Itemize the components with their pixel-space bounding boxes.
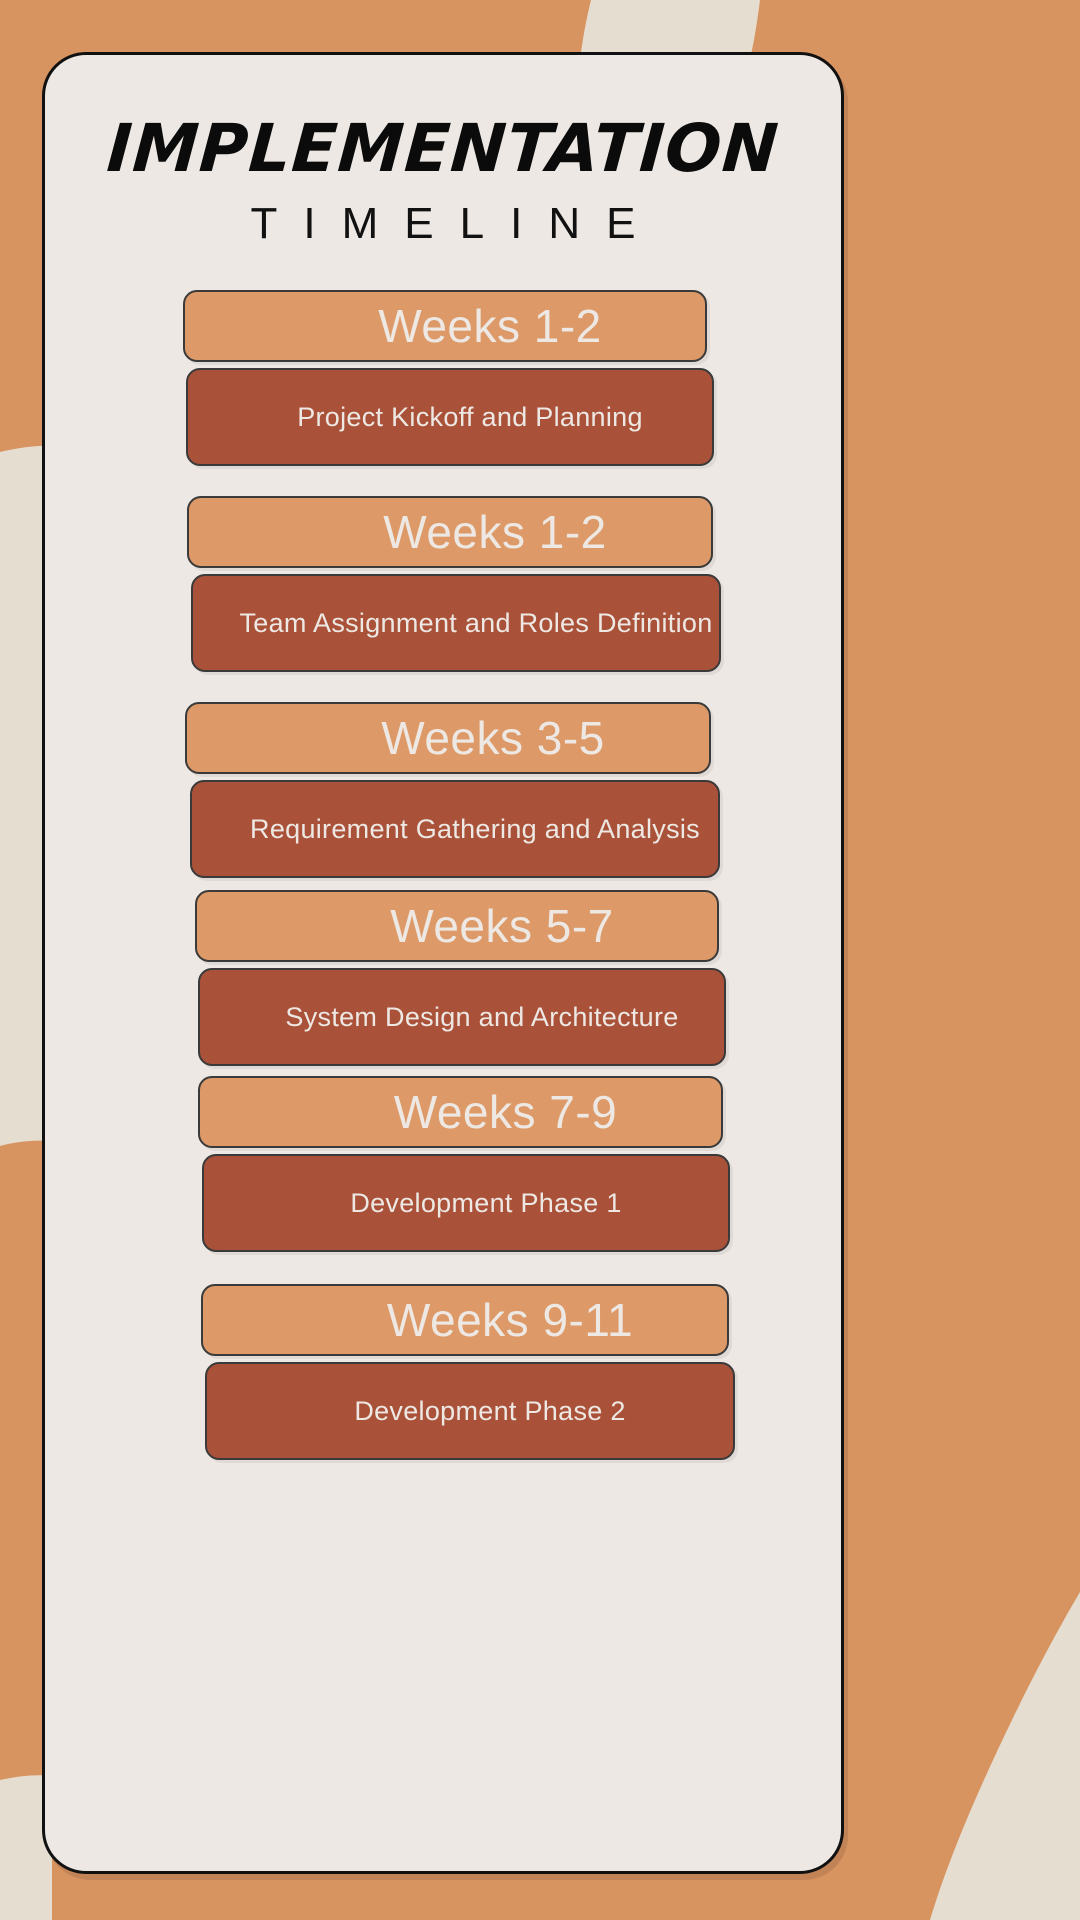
timeline-row: Weeks 5-7 System Design and Architecture [45, 890, 841, 1067]
timeline-row: Weeks 9-11 Development Phase 2 [45, 1284, 841, 1461]
timeline-row: Weeks 1-2 Project Kickoff and Planning [45, 290, 841, 467]
week-label-pill[interactable]: Weeks 3-5 [185, 702, 711, 775]
page-subtitle: TIMELINE [250, 199, 662, 249]
week-label-pill[interactable]: Weeks 1-2 [183, 290, 707, 363]
week-label-pill[interactable]: Weeks 1-2 [187, 496, 713, 569]
timeline-row: Weeks 3-5 Requirement Gathering and Analy… [45, 702, 841, 879]
week-label-pill[interactable]: Weeks 9-11 [201, 1284, 729, 1357]
page-header: IMPLEMENTATION TIMELINE [45, 55, 841, 246]
timeline-card: IMPLEMENTATION TIMELINE Weeks 1-2 Project… [42, 52, 844, 1874]
week-label-pill[interactable]: Weeks 5-7 [195, 890, 719, 963]
task-description-bar[interactable]: Development Phase 2 [205, 1362, 735, 1461]
task-description-bar[interactable]: Requirement Gathering and Analysis [190, 780, 720, 879]
timeline-list: Weeks 1-2 Project Kickoff and Planning Wee… [45, 290, 841, 1461]
page-title: IMPLEMENTATION [104, 110, 782, 187]
task-description-bar[interactable]: Project Kickoff and Planning [186, 368, 714, 467]
week-label-pill[interactable]: Weeks 7-9 [198, 1076, 723, 1149]
task-description-bar[interactable]: System Design and Architecture [198, 968, 726, 1067]
task-description-bar[interactable]: Team Assignment and Roles Definition [191, 574, 721, 673]
timeline-row: Weeks 7-9 Development Phase 1 [45, 1076, 841, 1253]
timeline-row: Weeks 1-2 Team Assignment and Roles Defin… [45, 496, 841, 673]
task-description-bar[interactable]: Development Phase 1 [202, 1154, 730, 1253]
